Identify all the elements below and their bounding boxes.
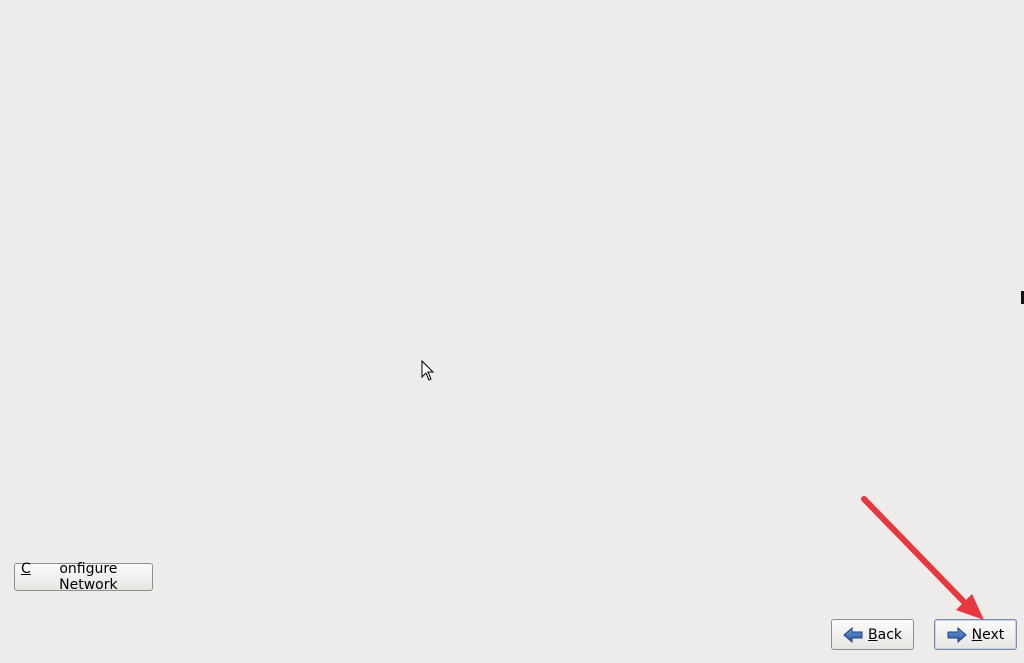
red-annotation-arrow [861, 496, 984, 620]
next-button[interactable]: Next [934, 619, 1017, 650]
back-button[interactable]: Back [831, 619, 914, 650]
back-arrow-icon [843, 626, 863, 643]
configure-network-button[interactable]: Configure Network [14, 561, 153, 593]
installer-screen: Configure Network Back Next [0, 0, 1024, 663]
mouse-pointer-icon [421, 360, 435, 381]
next-label: Next [971, 626, 1005, 643]
forward-arrow-icon [947, 626, 967, 643]
configure-network-label: Configure Network [21, 561, 118, 593]
back-label: Back [868, 626, 902, 643]
